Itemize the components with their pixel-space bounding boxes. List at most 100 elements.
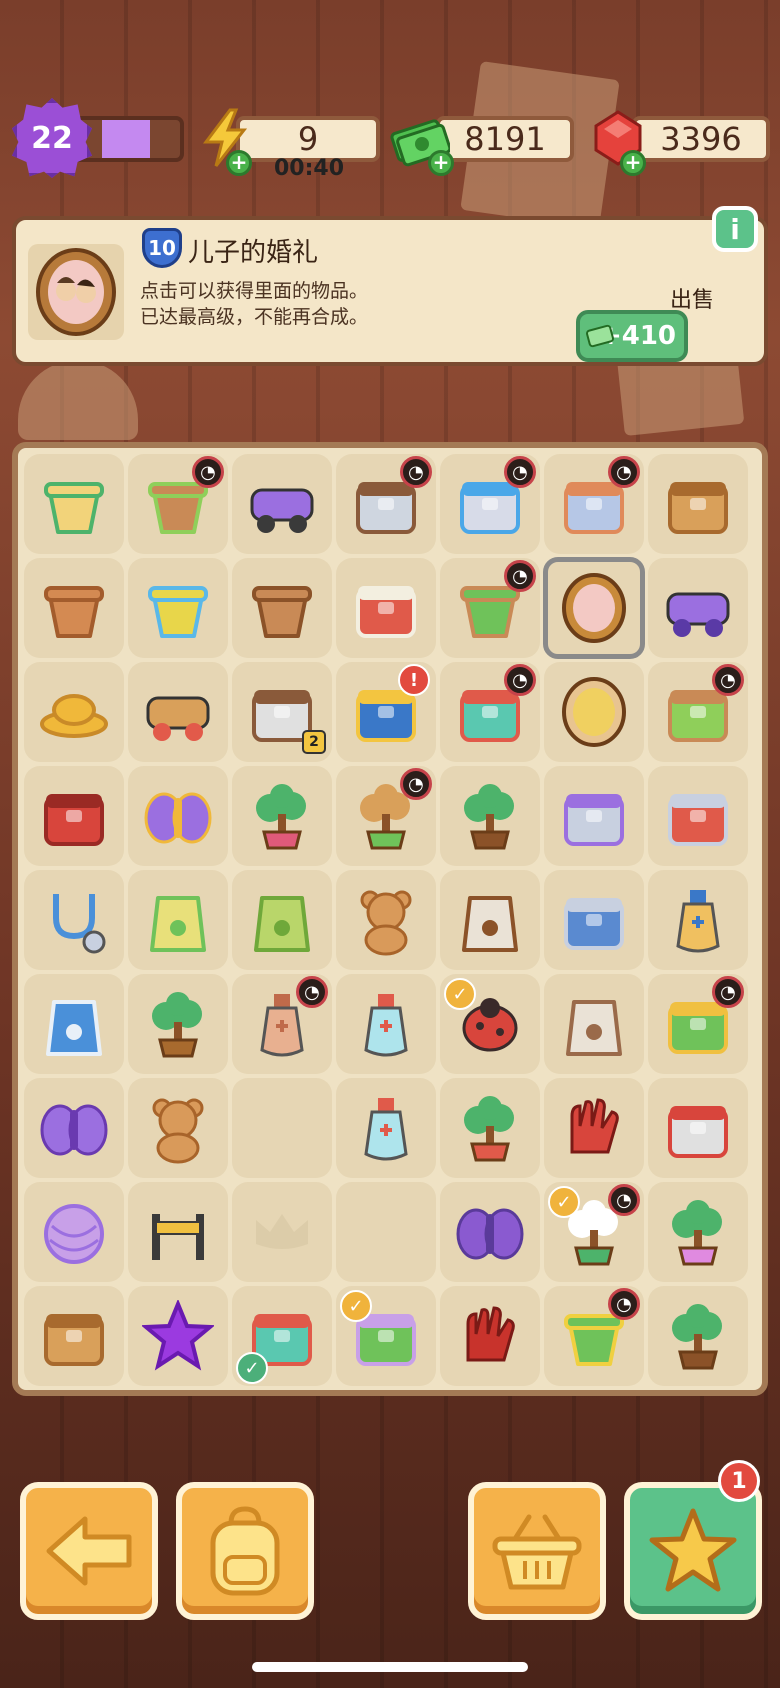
item-level-text: 10 — [148, 236, 176, 260]
board-cell[interactable]: ◔ — [336, 454, 436, 554]
board-cell[interactable] — [336, 558, 436, 658]
check-badge-icon: ✓ — [444, 978, 476, 1010]
board-cell[interactable] — [440, 1078, 540, 1178]
film-roll-icon — [558, 780, 630, 852]
timer-badge-icon: ◔ — [712, 664, 744, 696]
board-cell[interactable]: ✓ ◔ — [544, 1182, 644, 1282]
timer-badge-icon: ◔ — [504, 664, 536, 696]
board-cell[interactable] — [232, 558, 332, 658]
board-cell[interactable] — [648, 870, 748, 970]
backpack-button[interactable] — [176, 1482, 314, 1620]
board-cell[interactable] — [336, 870, 436, 970]
board-cell[interactable] — [336, 1078, 436, 1178]
board-cell[interactable] — [648, 558, 748, 658]
board-cell[interactable] — [440, 870, 540, 970]
board-cell[interactable] — [336, 1182, 436, 1282]
backpack-icon — [210, 1506, 280, 1596]
red-sewing-machine-icon — [662, 780, 734, 852]
gems-add-button[interactable]: + — [620, 150, 646, 176]
board-cell[interactable] — [440, 766, 540, 866]
board-cell[interactable] — [544, 870, 644, 970]
red-glove-pair-icon — [454, 1300, 526, 1372]
board-cell[interactable] — [24, 662, 124, 762]
rewards-star-button[interactable] — [624, 1482, 762, 1620]
board-cell[interactable] — [543, 557, 645, 659]
board-cell[interactable]: ◔ — [544, 1286, 644, 1386]
board-cell[interactable] — [544, 662, 644, 762]
board-cell[interactable]: ◔ — [544, 454, 644, 554]
board-cell[interactable]: ✓ — [336, 1286, 436, 1386]
board-cell[interactable]: ◔ — [232, 974, 332, 1074]
board-cell[interactable] — [648, 1286, 748, 1386]
energy-add-button[interactable]: + — [226, 150, 252, 176]
board-cell[interactable]: ✓ — [440, 974, 540, 1074]
board-cell[interactable] — [128, 1182, 228, 1282]
board-cell[interactable] — [128, 766, 228, 866]
back-button[interactable] — [20, 1482, 158, 1620]
board-cell[interactable] — [232, 870, 332, 970]
timer-badge-icon: ◔ — [192, 456, 224, 488]
board-cell[interactable] — [24, 454, 124, 554]
board-cell[interactable] — [24, 1078, 124, 1178]
board-cell[interactable] — [232, 1182, 332, 1282]
board-cell[interactable] — [648, 1182, 748, 1282]
sell-button[interactable]: +410 — [576, 310, 688, 362]
timer-badge-icon: ◔ — [400, 456, 432, 488]
board-cell[interactable] — [440, 1182, 540, 1282]
yellow-bucket-icon — [142, 572, 214, 644]
yellow-hat-icon — [38, 676, 110, 748]
timer-badge-icon: ◔ — [504, 456, 536, 488]
board-cell[interactable] — [544, 766, 644, 866]
flower-bush-icon — [246, 780, 318, 852]
board-cell[interactable] — [24, 766, 124, 866]
board-cell[interactable] — [232, 454, 332, 554]
wedding-portrait-icon — [36, 248, 116, 336]
yarn-ball-icon — [38, 1196, 110, 1268]
board-cell[interactable] — [128, 1078, 228, 1178]
board-cell[interactable] — [128, 558, 228, 658]
timer-badge-icon: ◔ — [712, 976, 744, 1008]
sewing-machine-icon — [662, 1092, 734, 1164]
board-cell[interactable] — [648, 766, 748, 866]
board-cell[interactable] — [24, 974, 124, 1074]
arrow-left-icon — [46, 1516, 132, 1586]
cardboard-stack-icon — [142, 676, 214, 748]
board-cell[interactable] — [544, 1078, 644, 1178]
board-cell[interactable]: ◔ — [648, 662, 748, 762]
bonsai-green-icon — [662, 1300, 734, 1372]
board-cell[interactable]: ◔ — [440, 454, 540, 554]
home-indicator[interactable] — [252, 1662, 528, 1672]
board-cell[interactable] — [24, 558, 124, 658]
basket-button[interactable] — [468, 1482, 606, 1620]
board-cell[interactable]: 2 — [232, 662, 332, 762]
board-cell[interactable]: ◔ — [440, 558, 540, 658]
board-cell[interactable] — [232, 766, 332, 866]
board-cell[interactable]: ◔ — [440, 662, 540, 762]
board-cell[interactable] — [648, 1078, 748, 1178]
board-cell[interactable] — [128, 974, 228, 1074]
board-cell[interactable]: ◔ — [648, 974, 748, 1074]
board-cell[interactable] — [336, 974, 436, 1074]
board-cell[interactable] — [648, 454, 748, 554]
board-cell[interactable] — [24, 870, 124, 970]
player-level-text: 22 — [31, 120, 73, 156]
info-button[interactable]: i — [712, 206, 758, 252]
board-cell[interactable]: ! — [336, 662, 436, 762]
player-level-badge[interactable]: 22 — [12, 98, 92, 178]
board-cell[interactable]: ✓ — [232, 1286, 332, 1386]
broken-pot-icon — [246, 572, 318, 644]
board-cell[interactable] — [128, 1286, 228, 1386]
board-cell[interactable] — [440, 1286, 540, 1386]
board-cell[interactable]: ◔ — [336, 766, 436, 866]
timer-badge-icon: ◔ — [296, 976, 328, 1008]
rewards-notification-badge: 1 — [718, 1460, 760, 1502]
board-cell[interactable] — [24, 1182, 124, 1282]
cash-add-button[interactable]: + — [428, 150, 454, 176]
board-cell[interactable] — [24, 1286, 124, 1386]
selected-item-info-panel: 10 儿子的婚礼 点击可以获得里面的物品。 已达最高级，不能再合成。 i 出售 … — [12, 206, 768, 366]
board-cell[interactable] — [128, 662, 228, 762]
board-cell[interactable]: ◔ — [128, 454, 228, 554]
board-cell[interactable] — [544, 974, 644, 1074]
board-cell[interactable] — [128, 870, 228, 970]
board-cell[interactable] — [232, 1078, 332, 1178]
